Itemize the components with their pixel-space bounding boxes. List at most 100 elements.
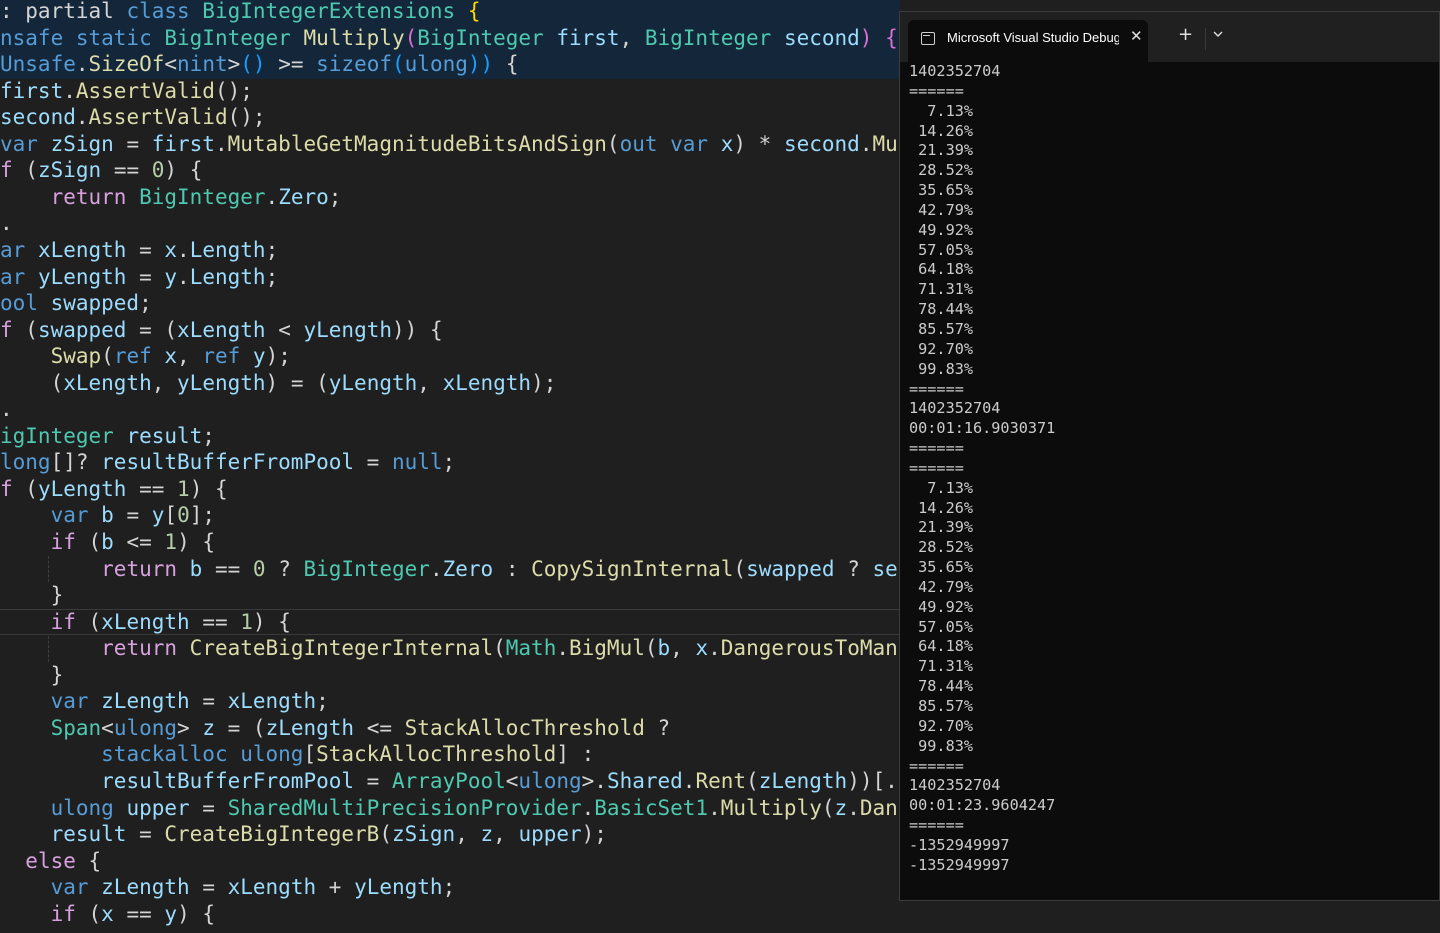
code-token: { xyxy=(885,25,898,50)
code-token: , xyxy=(455,822,481,847)
code-token: x xyxy=(720,131,734,156)
code-token: , xyxy=(151,370,178,395)
code-token: { xyxy=(493,52,519,77)
code-line: var zLength = xLength; xyxy=(0,688,329,715)
code-line: : partial class BigIntegerExtensions { xyxy=(0,0,480,25)
code-token: . xyxy=(214,131,228,156)
code-token: 1 xyxy=(177,476,190,501)
code-token: = xyxy=(113,503,152,528)
tab-bar-divider xyxy=(1205,28,1206,50)
code-token: ( xyxy=(88,530,102,554)
code-token: zLength xyxy=(101,875,190,900)
code-token: ); xyxy=(531,370,557,395)
code-token: ; xyxy=(265,237,279,262)
code-token: ulong xyxy=(404,52,468,77)
code-token: AssertValid xyxy=(88,105,228,130)
terminal-tab-title: Microsoft Visual Studio Debug Console xyxy=(947,30,1119,45)
new-tab-button[interactable]: + xyxy=(1178,24,1193,45)
code-token: . xyxy=(708,795,721,820)
code-line: f (swapped = (xLength < yLength)) { xyxy=(0,317,443,344)
code-token: )) { xyxy=(392,317,443,342)
code-token: BigIntegerExtensions xyxy=(202,0,468,23)
code-line: if (xLength == 1) { xyxy=(0,609,291,636)
code-token: >. xyxy=(581,768,607,793)
code-token: BigInteger xyxy=(139,184,266,209)
code-token: ool xyxy=(0,291,51,316)
code-token: , xyxy=(177,344,203,369)
code-token: []? xyxy=(50,450,102,475)
code-token: () xyxy=(240,52,266,77)
code-token: [ xyxy=(303,742,317,767)
code-token: == xyxy=(202,556,253,581)
chevron-down-icon[interactable] xyxy=(1213,29,1223,39)
code-token: , xyxy=(417,370,443,395)
code-token: f xyxy=(0,317,26,342)
code-token: ; xyxy=(265,264,279,289)
code-token: xLength xyxy=(227,689,317,714)
code-token: Multiply xyxy=(303,25,405,50)
code-token: y xyxy=(151,503,165,528)
code-token: zLength xyxy=(758,768,848,793)
code-token: BigInteger xyxy=(644,25,784,50)
code-token: 1 xyxy=(164,530,178,554)
code-token: ? xyxy=(265,556,304,581)
code-token: yLength xyxy=(37,476,127,501)
code-token: > xyxy=(227,52,241,77)
code-line: result = CreateBigIntegerB(zSign, z, upp… xyxy=(0,821,607,848)
code-token: yLength xyxy=(328,370,418,395)
code-token: : partial xyxy=(0,0,127,23)
code-token: xLength xyxy=(177,317,266,342)
code-token: )) xyxy=(467,52,494,77)
code-token: second xyxy=(783,25,860,50)
code-line: else { xyxy=(0,848,101,875)
code-token: Length xyxy=(189,264,266,289)
code-line: Span<ulong> z = (zLength <= StackAllocTh… xyxy=(0,715,671,742)
code-line: ar yLength = y.Length; xyxy=(0,264,278,291)
code-token: BigInteger xyxy=(303,556,430,581)
code-token: zSign xyxy=(50,131,114,156)
code-token: stackalloc ulong xyxy=(101,742,304,767)
code-token: ( xyxy=(379,822,392,847)
code-token: , xyxy=(670,636,696,661)
code-token: ( xyxy=(25,317,38,342)
code-token: 0 xyxy=(151,158,165,183)
code-line: ar xLength = x.Length; xyxy=(0,237,278,264)
debug-console-window[interactable]: Microsoft Visual Studio Debug Console ✕ … xyxy=(899,11,1440,901)
code-token: ) { xyxy=(177,901,215,926)
code-token: . xyxy=(177,264,190,289)
code-token: == xyxy=(126,476,178,501)
code-token: Shared xyxy=(606,768,683,793)
code-token: = xyxy=(126,264,165,289)
code-token: = xyxy=(189,875,228,900)
code-token: ( xyxy=(88,609,102,634)
code-token: (); xyxy=(227,105,266,130)
code-token: nsafe static xyxy=(0,25,165,50)
code-token: Multiply xyxy=(720,795,822,820)
code-token: x xyxy=(101,901,114,926)
code-line: Unsafe.SizeOf<nint>() >= sizeof(ulong)) … xyxy=(0,51,518,78)
code-token: Unsafe xyxy=(0,52,76,77)
code-token: . xyxy=(581,795,595,820)
code-line: . xyxy=(0,210,13,237)
code-token: return xyxy=(101,556,190,581)
code-line: if (x == y) { xyxy=(0,901,215,928)
code-token: xLength xyxy=(63,370,152,395)
code-token: . xyxy=(429,556,443,581)
console-output: 1402352704 ====== 7.13% 14.26% 21.39% 28… xyxy=(909,62,1056,874)
code-token: null xyxy=(391,450,443,475)
close-tab-button[interactable]: ✕ xyxy=(1130,27,1143,45)
code-line: return BigInteger.Zero; xyxy=(0,184,342,211)
terminal-tab[interactable]: Microsoft Visual Studio Debug Console ✕ xyxy=(908,20,1148,62)
code-token: first xyxy=(556,25,620,50)
code-token: SharedMultiPrecisionProvider xyxy=(227,795,582,820)
code-line: resultBufferFromPool = ArrayPool<ulong>.… xyxy=(0,768,923,795)
code-token: f xyxy=(0,158,26,183)
